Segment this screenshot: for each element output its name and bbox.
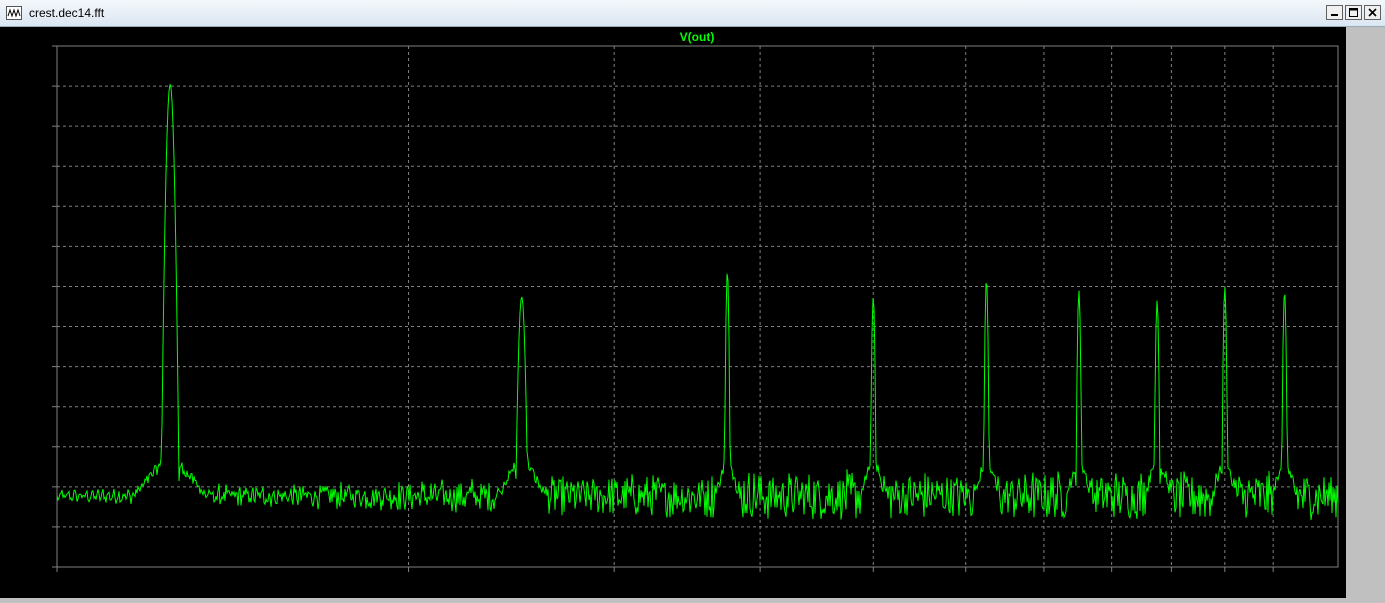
y-tick-label: -60dB	[18, 239, 52, 253]
title-bar[interactable]: crest.dec14.fft	[0, 0, 1385, 27]
y-tick-label: 0dB	[28, 119, 51, 133]
x-tick-label: 72KHz	[1153, 575, 1190, 589]
window-right-edge	[1346, 27, 1385, 598]
chart-title[interactable]: V(out)	[680, 30, 715, 44]
minimize-icon	[1331, 14, 1338, 16]
y-tick-label: -100dB	[11, 320, 51, 334]
y-tick-label: -40dB	[18, 199, 52, 213]
minimize-button[interactable]	[1326, 5, 1343, 20]
x-tick-label: 56KHz	[1026, 575, 1063, 589]
y-tick-label: -200dB	[11, 520, 51, 534]
x-tick-label: 8KHz	[42, 575, 72, 589]
x-tick-label: 48KHz	[947, 575, 984, 589]
close-button[interactable]	[1364, 5, 1381, 20]
y-tick-label: 20dB	[22, 79, 52, 93]
x-tick-label: 88KHz	[1255, 575, 1292, 589]
window-bottom-edge	[0, 598, 1385, 603]
window-controls	[1326, 5, 1381, 20]
x-tick-label: 32KHz	[742, 575, 779, 589]
x-tick-label: 24KHz	[596, 575, 633, 589]
y-tick-label: -20dB	[18, 159, 52, 173]
plot-background	[0, 27, 1385, 600]
y-tick-label: -80dB	[18, 279, 52, 293]
y-tick-label: -120dB	[11, 360, 51, 374]
x-tick-label: 64KHz	[1093, 575, 1130, 589]
maximize-icon	[1349, 8, 1358, 17]
x-tick-label: 40KHz	[855, 575, 892, 589]
ltspice-fft-window: crest.dec14.fft 40dB 20dB 0dB -20dB -40dB -60…	[0, 0, 1385, 603]
fft-plot[interactable]: 40dB 20dB 0dB -20dB -40dB -60dB -80dB -100dB -12…	[0, 27, 1385, 600]
y-tick-label: -220dB	[11, 560, 51, 574]
y-tick-label: -160dB	[11, 440, 51, 454]
y-tick-label: -180dB	[11, 480, 51, 494]
y-tick-label: -140dB	[11, 400, 51, 414]
waveform-icon	[6, 6, 22, 20]
x-tick-label: 80KHz	[1206, 575, 1243, 589]
close-icon	[1368, 8, 1377, 17]
x-tick-label: 16KHz	[390, 575, 427, 589]
window-title: crest.dec14.fft	[29, 6, 105, 20]
y-tick-label: 40dB	[22, 39, 52, 53]
maximize-button[interactable]	[1345, 5, 1362, 20]
